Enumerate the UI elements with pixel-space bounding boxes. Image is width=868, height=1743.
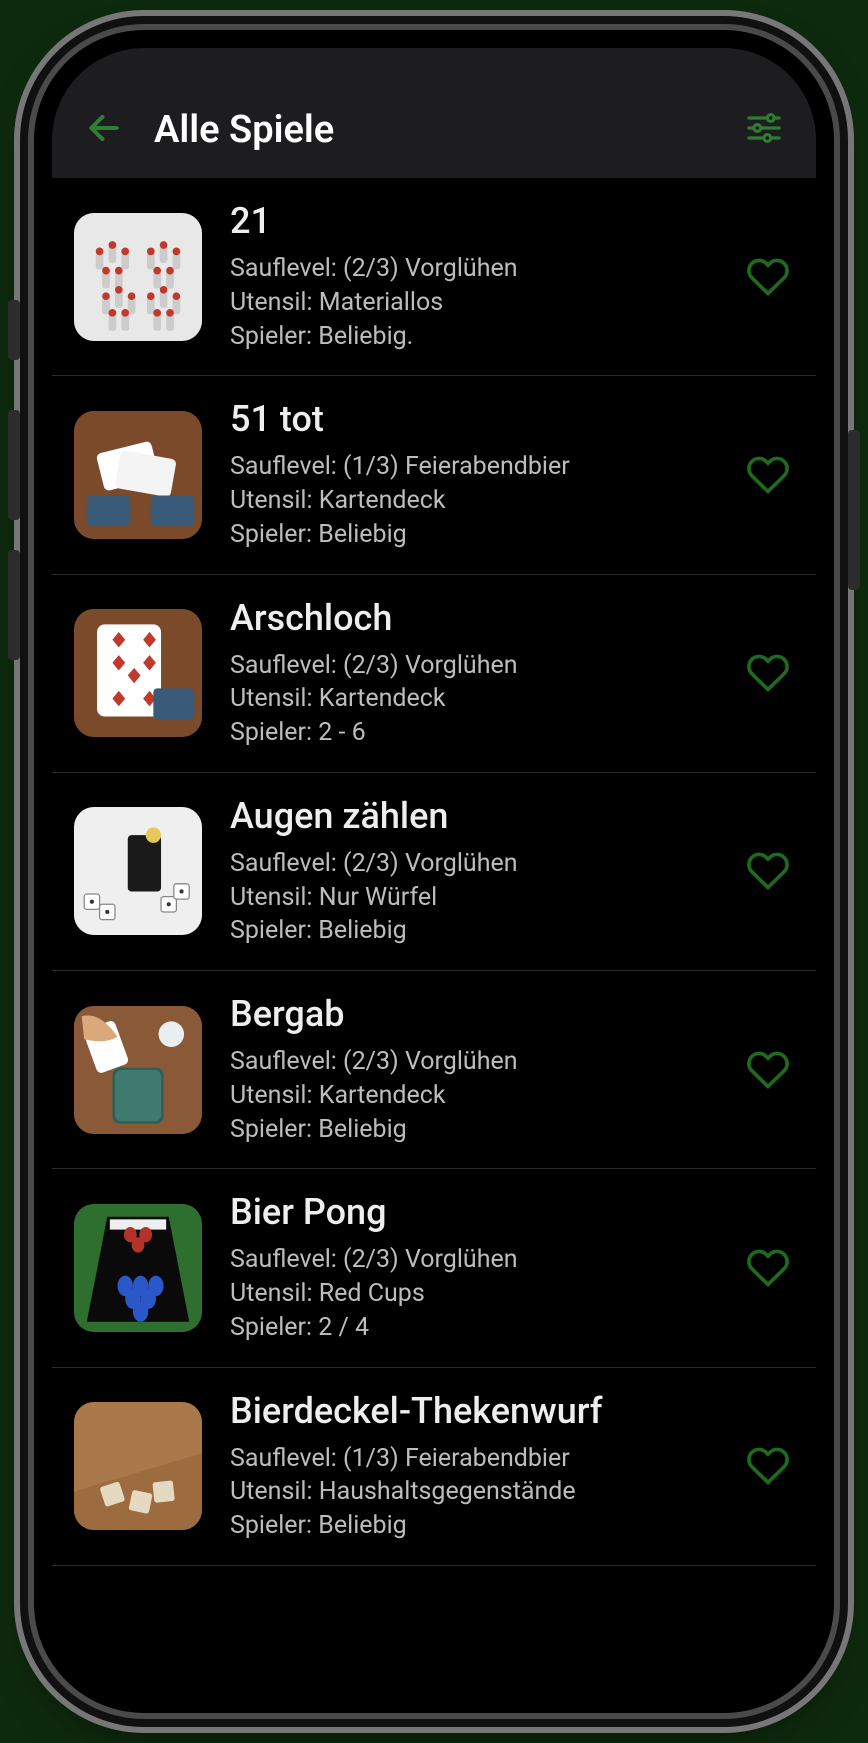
back-button[interactable] [80, 104, 128, 152]
game-utensil: Utensil: Kartendeck [230, 484, 730, 518]
game-sauflevel: Sauflevel: (2/3) Vorglühen [230, 649, 730, 683]
favorite-button[interactable] [742, 647, 794, 699]
list-item[interactable]: 51 tot Sauflevel: (1/3) Feierabendbier U… [52, 376, 816, 574]
game-meta: Arschloch Sauflevel: (2/3) Vorglühen Ute… [230, 597, 730, 750]
game-spieler: Spieler: Beliebig [230, 518, 730, 552]
game-thumbnail [74, 213, 202, 341]
game-utensil: Utensil: Red Cups [230, 1277, 730, 1311]
game-utensil: Utensil: Materiallos [230, 286, 730, 320]
game-sauflevel: Sauflevel: (1/3) Feierabendbier [230, 450, 730, 484]
volume-down-button [8, 550, 20, 660]
game-spieler: Spieler: 2 / 4 [230, 1311, 730, 1345]
game-title: Augen zählen [230, 795, 730, 837]
favorite-button[interactable] [742, 1242, 794, 1294]
game-spieler: Spieler: Beliebig [230, 1113, 730, 1147]
game-meta: Bergab Sauflevel: (2/3) Vorglühen Utensi… [230, 993, 730, 1146]
heart-icon [746, 651, 790, 695]
game-title: Arschloch [230, 597, 730, 639]
game-sauflevel: Sauflevel: (2/3) Vorglühen [230, 252, 730, 286]
game-thumbnail [74, 1204, 202, 1332]
game-title: Bergab [230, 993, 730, 1035]
game-title: Bierdeckel-Thekenwurf [230, 1390, 730, 1432]
game-spieler: Spieler: Beliebig [230, 914, 730, 948]
list-item[interactable]: Bier Pong Sauflevel: (2/3) Vorglühen Ute… [52, 1169, 816, 1367]
mute-switch [8, 300, 20, 360]
games-list[interactable]: 21 Sauflevel: (2/3) Vorglühen Utensil: M… [52, 178, 816, 1566]
screen: Alle Spiele 21 Sauflevel: (2/3) Vorglühe… [52, 48, 816, 1695]
game-meta: Augen zählen Sauflevel: (2/3) Vorglühen … [230, 795, 730, 948]
favorite-button[interactable] [742, 449, 794, 501]
favorite-button[interactable] [742, 1440, 794, 1492]
game-thumbnail [74, 1402, 202, 1530]
game-thumbnail [74, 609, 202, 737]
game-title: Bier Pong [230, 1191, 730, 1233]
list-item[interactable]: Augen zählen Sauflevel: (2/3) Vorglühen … [52, 773, 816, 971]
game-utensil: Utensil: Kartendeck [230, 682, 730, 716]
game-utensil: Utensil: Kartendeck [230, 1079, 730, 1113]
game-meta: 21 Sauflevel: (2/3) Vorglühen Utensil: M… [230, 200, 730, 353]
heart-icon [746, 1246, 790, 1290]
favorite-button[interactable] [742, 1044, 794, 1096]
page-title: Alle Spiele [154, 108, 740, 152]
arrow-left-icon [85, 109, 123, 147]
heart-icon [746, 849, 790, 893]
sliders-icon [744, 108, 784, 148]
game-thumbnail [74, 411, 202, 539]
list-item[interactable]: Arschloch Sauflevel: (2/3) Vorglühen Ute… [52, 575, 816, 773]
phone-frame: Alle Spiele 21 Sauflevel: (2/3) Vorglühe… [34, 30, 834, 1713]
game-title: 51 tot [230, 398, 730, 440]
game-title: 21 [230, 200, 730, 242]
game-meta: Bierdeckel-Thekenwurf Sauflevel: (1/3) F… [230, 1390, 730, 1543]
game-sauflevel: Sauflevel: (2/3) Vorglühen [230, 1243, 730, 1277]
game-utensil: Utensil: Haushaltsgegenstände [230, 1475, 730, 1509]
game-utensil: Utensil: Nur Würfel [230, 881, 730, 915]
power-button [848, 430, 860, 590]
heart-icon [746, 453, 790, 497]
volume-up-button [8, 410, 20, 520]
game-thumbnail [74, 1006, 202, 1134]
heart-icon [746, 1444, 790, 1488]
game-meta: 51 tot Sauflevel: (1/3) Feierabendbier U… [230, 398, 730, 551]
favorite-button[interactable] [742, 845, 794, 897]
game-meta: Bier Pong Sauflevel: (2/3) Vorglühen Ute… [230, 1191, 730, 1344]
filter-button[interactable] [740, 104, 788, 152]
app-header: Alle Spiele [52, 48, 816, 178]
list-item[interactable]: 21 Sauflevel: (2/3) Vorglühen Utensil: M… [52, 178, 816, 376]
list-item[interactable]: Bierdeckel-Thekenwurf Sauflevel: (1/3) F… [52, 1368, 816, 1566]
game-sauflevel: Sauflevel: (2/3) Vorglühen [230, 1045, 730, 1079]
game-sauflevel: Sauflevel: (2/3) Vorglühen [230, 847, 730, 881]
heart-icon [746, 1048, 790, 1092]
list-item[interactable]: Bergab Sauflevel: (2/3) Vorglühen Utensi… [52, 971, 816, 1169]
game-spieler: Spieler: 2 - 6 [230, 716, 730, 750]
game-spieler: Spieler: Beliebig [230, 1509, 730, 1543]
game-sauflevel: Sauflevel: (1/3) Feierabendbier [230, 1442, 730, 1476]
favorite-button[interactable] [742, 251, 794, 303]
game-spieler: Spieler: Beliebig. [230, 320, 730, 354]
heart-icon [746, 255, 790, 299]
game-thumbnail [74, 807, 202, 935]
